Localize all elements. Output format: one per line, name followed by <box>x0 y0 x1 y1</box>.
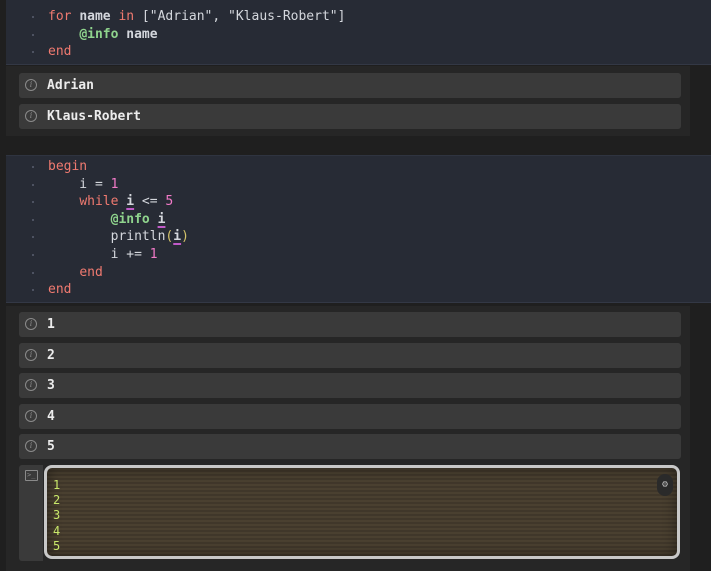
code-line[interactable]: end <box>6 43 711 61</box>
info-icon: i <box>25 409 37 422</box>
code-token: while <box>79 194 119 210</box>
code-text: end <box>48 281 71 299</box>
terminal-icon: >_ <box>25 470 38 481</box>
log-entry[interactable]: i3 <box>19 373 681 398</box>
stdout-panel: 1 2 3 4 5 ⚙ <box>44 465 680 559</box>
line-gutter-dot <box>32 253 34 256</box>
code-token: @info <box>79 26 119 42</box>
log-text: 2 <box>47 347 55 363</box>
log-entry[interactable]: i5 <box>19 434 681 459</box>
stdout-text: 1 2 3 4 5 <box>53 478 61 553</box>
settings-icon[interactable]: ⚙ <box>657 474 673 496</box>
info-icon: i <box>25 348 37 361</box>
line-gutter-dot <box>32 271 34 274</box>
line-gutter-dot <box>32 201 34 204</box>
log-entry[interactable]: i Adrian <box>19 73 681 98</box>
log-entry[interactable]: i Klaus-Robert <box>19 103 681 129</box>
code-line[interactable]: i += 1 <box>6 246 711 264</box>
code-line[interactable]: end <box>6 281 711 299</box>
code-token: i = <box>48 176 111 192</box>
code-token: println <box>110 229 166 245</box>
code-line[interactable]: i = 1 <box>6 176 711 194</box>
line-gutter-dot <box>32 236 34 239</box>
code-token: end <box>48 44 72 60</box>
log-entry[interactable]: i4 <box>19 403 681 429</box>
log-entry[interactable]: i1 <box>19 312 681 337</box>
code-token: i <box>126 194 135 210</box>
code-token: i <box>173 229 182 245</box>
line-gutter-dot <box>32 166 34 168</box>
log-text: Klaus-Robert <box>47 108 141 124</box>
code-text: while i <= 5 <box>48 193 173 211</box>
code-token: ) <box>181 229 189 245</box>
code-token: 1 <box>110 176 119 192</box>
code-token: <= <box>134 194 166 210</box>
code-token: 1 <box>149 246 158 262</box>
log-text: Adrian <box>47 78 94 93</box>
code-cell-1[interactable]: for name in ["Adrian", "Klaus-Robert"] @… <box>6 0 711 65</box>
line-gutter-dot <box>32 33 34 36</box>
code-token: @info <box>110 211 150 227</box>
code-line[interactable]: end <box>6 264 711 282</box>
code-text: end <box>48 43 71 61</box>
log-entry[interactable]: i2 <box>19 342 681 368</box>
code-text: @info i <box>48 211 166 229</box>
code-line[interactable]: @info name <box>6 26 711 44</box>
code-line[interactable]: println(i) <box>6 228 711 246</box>
code-token: ["Adrian", "Klaus-Robert"] <box>134 9 346 24</box>
code-line[interactable]: for name in ["Adrian", "Klaus-Robert"] <box>6 8 711 26</box>
line-gutter-dot <box>32 218 34 221</box>
code-text: i += 1 <box>48 246 158 264</box>
log-text: 3 <box>47 378 55 393</box>
log-text: 5 <box>47 439 55 454</box>
log-text: 1 <box>47 317 55 332</box>
code-cell-2[interactable]: begin i = 1 while i <= 5 @info i println… <box>6 155 711 303</box>
line-gutter-dot <box>32 51 34 54</box>
info-icon: i <box>25 440 37 452</box>
line-gutter-dot <box>32 289 34 292</box>
code-token: i <box>157 211 166 227</box>
cell-1-output: i Adrian i Klaus-Robert <box>6 66 690 136</box>
code-token: name <box>126 26 158 42</box>
code-token: 5 <box>165 194 174 210</box>
info-icon: i <box>25 379 37 391</box>
code-text: begin <box>48 158 87 176</box>
code-line[interactable]: while i <= 5 <box>6 193 711 211</box>
code-text: i = 1 <box>48 176 118 194</box>
code-text: println(i) <box>48 228 189 246</box>
code-token: end <box>48 282 72 298</box>
info-icon: i <box>25 79 37 91</box>
code-token: in <box>118 9 135 24</box>
line-gutter-dot <box>32 183 34 186</box>
code-token: end <box>79 264 103 280</box>
code-token: begin <box>48 159 88 174</box>
code-line[interactable]: @info i <box>6 211 711 229</box>
code-text: @info name <box>48 26 158 44</box>
log-text: 4 <box>47 408 55 424</box>
code-token: i += <box>48 246 150 262</box>
code-token: name <box>79 9 111 24</box>
code-token: for <box>48 9 72 24</box>
info-icon: i <box>25 318 37 330</box>
line-gutter-dot <box>32 16 34 18</box>
code-text: for name in ["Adrian", "Klaus-Robert"] <box>48 8 345 26</box>
code-text: end <box>48 264 103 282</box>
info-icon: i <box>25 109 37 122</box>
code-line[interactable]: begin <box>6 158 711 176</box>
stdout-rail: >_ <box>19 465 43 561</box>
notebook: for name in ["Adrian", "Klaus-Robert"] @… <box>0 0 711 571</box>
